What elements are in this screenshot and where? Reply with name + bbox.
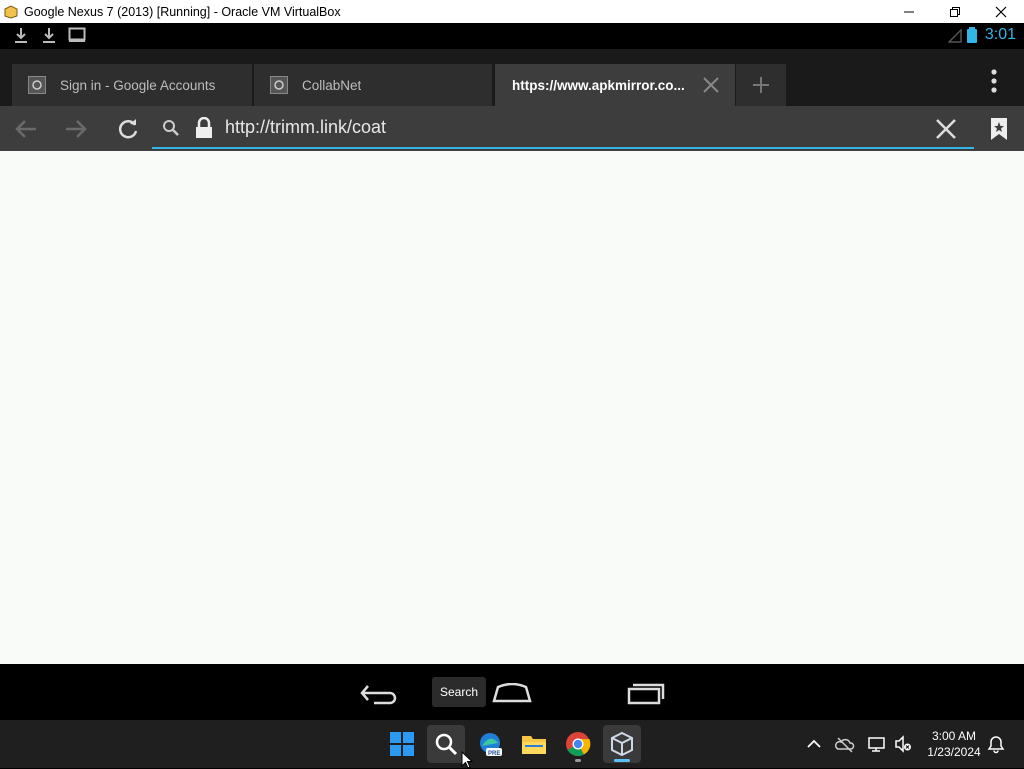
windows-taskbar: PRE 3:00 AM 1/23/2024 [0, 720, 1024, 768]
start-button[interactable] [383, 725, 421, 763]
edge-beta-button[interactable]: PRE [471, 725, 509, 763]
file-explorer-button[interactable] [515, 725, 553, 763]
plus-icon [753, 77, 769, 93]
mouse-cursor-icon [461, 751, 473, 769]
web-content-area[interactable] [0, 151, 1024, 664]
edge-beta-icon: PRE [480, 733, 502, 757]
onedrive-offline-icon[interactable] [835, 734, 855, 754]
tab-google-accounts[interactable]: Sign in - Google Accounts [12, 64, 252, 106]
clear-url-icon[interactable] [933, 116, 959, 142]
chrome-icon [566, 732, 591, 757]
browser-toolbar: http://trimm.link/coat [0, 106, 1024, 151]
close-icon [995, 6, 1007, 17]
lock-icon [196, 117, 212, 138]
tab-collabnet[interactable]: CollabNet [254, 64, 492, 106]
chevron-up-icon[interactable] [804, 734, 824, 754]
network-icon[interactable] [867, 734, 887, 754]
refresh-icon[interactable] [115, 116, 141, 142]
running-indicator [575, 759, 581, 762]
tab-favicon-icon [270, 76, 288, 94]
chrome-button[interactable] [559, 725, 597, 763]
tab-apkmirror[interactable]: https://www.apkmirror.co... [495, 64, 735, 106]
taskbar-clock[interactable]: 3:00 AM 1/23/2024 [918, 728, 990, 760]
window-title: Google Nexus 7 (2013) [Running] - Oracle… [24, 4, 341, 19]
android-clock: 3:01 [984, 26, 1016, 43]
notification-bell-icon[interactable] [986, 734, 1006, 754]
new-tab-button[interactable] [736, 64, 786, 106]
tab-close-icon[interactable] [701, 75, 721, 95]
browser-tabstrip: Sign in - Google Accounts CollabNet http… [0, 49, 1024, 106]
clock-date: 1/23/2024 [927, 745, 981, 759]
virtualbox-icon [611, 731, 633, 757]
taskbar-search-button[interactable] [427, 725, 465, 763]
android-status-bar: 3:01 [0, 23, 1024, 49]
back-arrow-icon[interactable] [13, 116, 39, 142]
close-button[interactable] [978, 0, 1024, 23]
android-back-icon[interactable] [360, 683, 398, 705]
android-recents-icon[interactable] [627, 683, 665, 705]
window-titlebar: Google Nexus 7 (2013) [Running] - Oracle… [0, 0, 1024, 23]
restore-icon [950, 6, 960, 17]
search-icon [163, 120, 179, 136]
svg-text:PRE: PRE [488, 751, 500, 757]
screenshot-icon [68, 27, 86, 42]
download-icon [15, 28, 27, 43]
url-text[interactable]: http://trimm.link/coat [225, 117, 386, 138]
minimize-button[interactable] [886, 0, 932, 23]
virtualbox-window-icon [4, 4, 18, 19]
minimize-icon [904, 11, 914, 12]
clock-time: 3:00 AM [931, 729, 977, 743]
battery-icon [967, 27, 977, 43]
signal-icon [948, 28, 962, 43]
active-indicator [614, 759, 630, 762]
tab-label: CollabNet [302, 77, 362, 93]
bookmark-icon[interactable] [986, 116, 1012, 142]
search-tooltip: Search [432, 677, 486, 707]
forward-arrow-icon[interactable] [63, 116, 89, 142]
search-icon [435, 733, 458, 756]
volume-muted-icon[interactable] [893, 734, 913, 754]
overflow-menu-icon[interactable] [990, 69, 998, 93]
restore-button[interactable] [932, 0, 978, 23]
folder-icon [522, 736, 546, 754]
virtualbox-button[interactable] [603, 725, 641, 763]
tab-favicon-icon [28, 76, 46, 94]
android-home-icon[interactable] [492, 683, 532, 703]
tab-label: https://www.apkmirror.co... [512, 77, 685, 93]
tab-label: Sign in - Google Accounts [60, 77, 216, 93]
windows-logo-icon [390, 732, 414, 756]
android-nav-bar [0, 664, 1024, 720]
download-icon [43, 28, 55, 43]
